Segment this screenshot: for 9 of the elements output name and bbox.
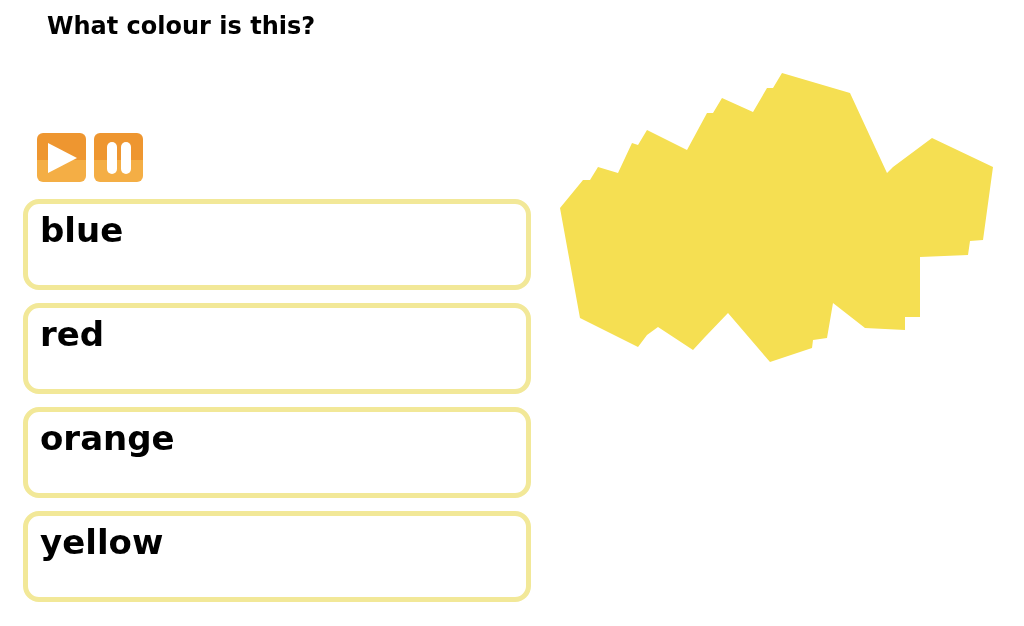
question-text: What colour is this? (47, 12, 316, 40)
answer-option[interactable]: yellow (23, 511, 531, 602)
answer-option[interactable]: blue (23, 199, 531, 290)
answer-option[interactable]: orange (23, 407, 531, 498)
pause-button[interactable] (94, 133, 143, 182)
answer-option[interactable]: red (23, 303, 531, 394)
play-button[interactable] (37, 133, 86, 182)
pause-icon (106, 141, 131, 174)
play-icon (48, 142, 77, 173)
